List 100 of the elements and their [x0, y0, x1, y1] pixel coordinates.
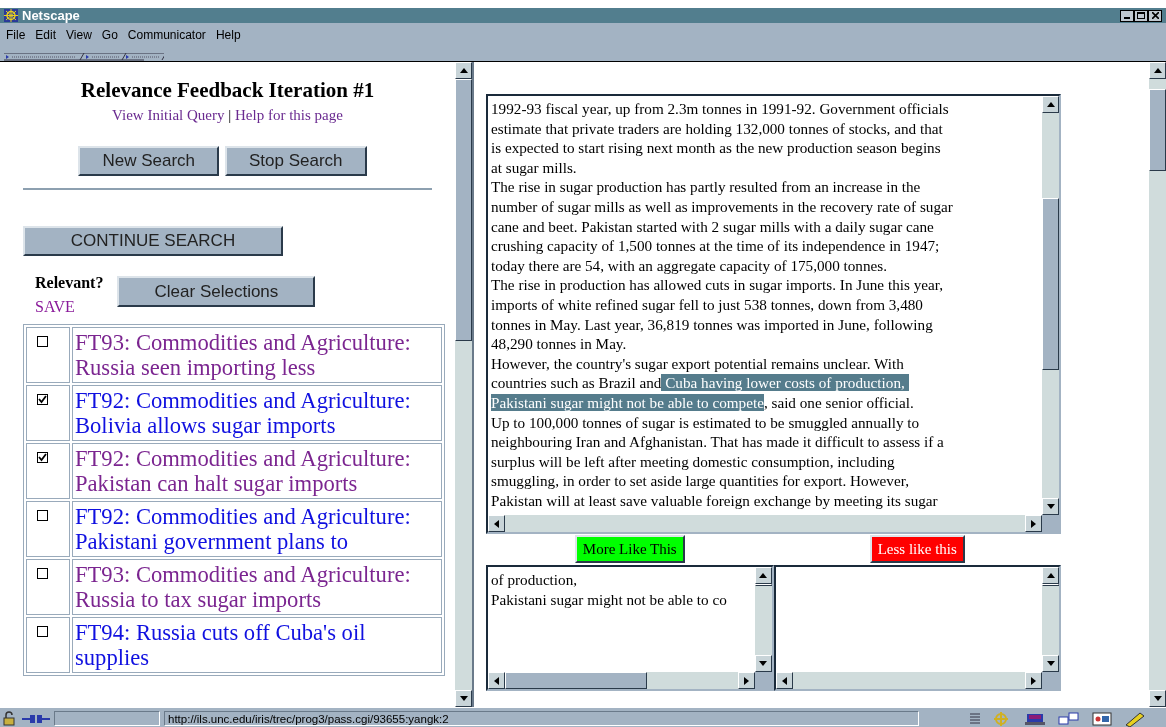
less-like-this-button[interactable]: Less like this [869, 535, 965, 563]
page-heading: Relevance Feedback Iteration #1 [79, 78, 376, 103]
menu-item[interactable]: Go [101, 28, 118, 42]
feedback-text-line: of production, [491, 570, 579, 590]
clear-selections-button[interactable]: Clear Selections [117, 276, 316, 307]
document-line: number of sugar mills as well as improvements in the recovery rate of sugar [491, 196, 954, 217]
scrollbar-corner [1042, 672, 1059, 689]
scrollbar[interactable] [1042, 567, 1059, 672]
arrow-up-icon [459, 68, 468, 73]
maximize-icon [1137, 12, 1145, 19]
link-separator: | [228, 107, 232, 123]
checkbox[interactable] [37, 510, 48, 521]
scroll-down-button[interactable] [1042, 655, 1059, 672]
close-icon [1151, 12, 1159, 19]
scroll-up-button[interactable] [754, 567, 772, 584]
toolbar-grip-drawing[interactable] [4, 53, 164, 61]
document-line: Pakistani sugar might not be able to compete, said one senior official. [491, 392, 915, 413]
scroll-up-button[interactable] [455, 62, 472, 79]
checkmark-icon [38, 453, 47, 462]
menu-item[interactable]: View [66, 28, 92, 42]
checkbox[interactable] [37, 452, 48, 463]
checkbox[interactable] [37, 394, 48, 405]
scroll-up-button[interactable] [1042, 96, 1059, 113]
document-line: tonnes in May. Last year, 36,819 tonnes was imported in June, following [491, 314, 934, 335]
document-line: cane and beet. Pakistan started with 2 sugar mills with a daily sugar cane [491, 216, 935, 237]
minimize-button[interactable] [1120, 9, 1134, 22]
feedback-text-area[interactable]: of production, Pakistani sugar might not be able to co [486, 565, 774, 691]
menu-item[interactable]: Help [215, 28, 241, 42]
help-link[interactable]: Help for this page [235, 107, 343, 123]
scroll-down-button[interactable] [754, 655, 772, 672]
scroll-down-button[interactable] [1149, 690, 1166, 707]
document-line: 1992-93 fiscal year, up from 2.3m tonnes in 1991-92. Government officials [491, 99, 950, 119]
document-line: smuggling, in order to set aside large quantities for export. However, [491, 471, 910, 491]
arrow-down-icon [759, 661, 767, 666]
lock-icon[interactable] [2, 711, 18, 726]
scroll-left-button[interactable] [775, 672, 793, 689]
scrollbar[interactable] [1042, 96, 1059, 515]
pen-icon[interactable] [1124, 710, 1146, 727]
scroll-left-button[interactable] [488, 515, 505, 532]
window-title: Netscape [22, 8, 80, 23]
arrow-left-icon [781, 676, 787, 685]
feedback-text-area[interactable] [773, 565, 1061, 691]
scroll-right-button[interactable] [1025, 515, 1042, 532]
document-line: neighbouring Iran and Afghanistan. That has made it difficult to assess if a [491, 432, 945, 452]
document-line: estimate that private traders are holding 132,000 tonnes of stocks, and that [491, 118, 944, 139]
document-line: 48,290 tonnes in May. [491, 334, 628, 354]
scroll-left-button[interactable] [488, 672, 505, 689]
checkbox[interactable] [37, 336, 48, 347]
document-line: surplus will be left after meeting domestic consumption, including [491, 451, 896, 472]
document-text-area[interactable] [486, 94, 1061, 534]
ship-wheel-icon [4, 9, 18, 22]
arrow-up-icon [759, 573, 767, 578]
status-url: http://ils.unc.edu/iris/trec/prog3/pass.cgi/93655:yangk:2 [168, 712, 449, 725]
document-line: Up to 100,000 tonnes of sugar is estimated to be smuggled annually to [491, 412, 921, 433]
arrow-down-icon [1153, 696, 1162, 701]
document-line: crushing capacity of 1,500 tonnes at the time of its independence in 1947; [491, 236, 941, 256]
scroll-up-button[interactable] [1042, 567, 1059, 584]
close-button[interactable] [1148, 9, 1162, 22]
inbox-icon[interactable] [1024, 711, 1046, 726]
arrow-up-icon [1153, 68, 1162, 73]
scrollbar[interactable] [488, 672, 755, 689]
arrow-right-icon [1031, 676, 1036, 685]
chat-icon[interactable] [1058, 711, 1080, 726]
menu-item[interactable]: File [6, 28, 26, 42]
more-like-this-button[interactable]: More Like This [574, 535, 685, 563]
scrollbar[interactable] [754, 567, 772, 672]
menu-item[interactable]: Communicator [127, 28, 206, 42]
arrow-down-icon [1046, 504, 1055, 509]
grip-icon[interactable] [970, 711, 980, 726]
scroll-right-button[interactable] [1025, 672, 1042, 689]
scroll-up-button[interactable] [1149, 62, 1166, 79]
scroll-down-button[interactable] [455, 690, 472, 707]
document-line: at sugar mills. [491, 157, 578, 178]
scrollbar[interactable] [455, 62, 472, 707]
document-line: The rise in production has allowed cuts in sugar imports. In June this year, [491, 275, 944, 295]
address-book-icon[interactable] [1092, 711, 1112, 726]
menu-item[interactable]: Edit [35, 28, 57, 42]
maximize-button[interactable] [1134, 9, 1148, 22]
checkmark-icon [38, 395, 47, 404]
arrow-right-icon [1031, 519, 1036, 528]
arrow-left-icon [494, 519, 499, 528]
initial-query-link[interactable]: View Initial Query [112, 107, 225, 123]
feedback-text-line: Pakistani sugar might not be able to co [491, 589, 728, 610]
arrow-left-icon [494, 676, 499, 685]
checkbox[interactable] [37, 626, 48, 637]
stop-search-button[interactable]: Stop Search [225, 146, 367, 176]
continue-search-button[interactable]: CONTINUE SEARCH [23, 226, 283, 256]
document-line: is expected to start rising next month as the new production season begins [491, 138, 942, 158]
arrow-up-icon [1046, 573, 1055, 578]
save-link[interactable]: SAVE [35, 298, 75, 316]
arrow-up-icon [1046, 102, 1055, 107]
plug-icon[interactable] [22, 712, 50, 725]
scrollbar[interactable] [775, 672, 1042, 689]
scrollbar[interactable] [1149, 62, 1166, 707]
scroll-down-button[interactable] [1042, 498, 1059, 515]
new-search-button[interactable]: New Search [78, 146, 219, 176]
document-line: Pakistan will at least save valuable foreign exchange by meeting its sugar [491, 490, 939, 511]
scrollbar[interactable] [488, 515, 1042, 532]
document-line: However, the country's sugar export potential remains unclear. With [491, 353, 905, 374]
checkbox[interactable] [37, 568, 48, 579]
